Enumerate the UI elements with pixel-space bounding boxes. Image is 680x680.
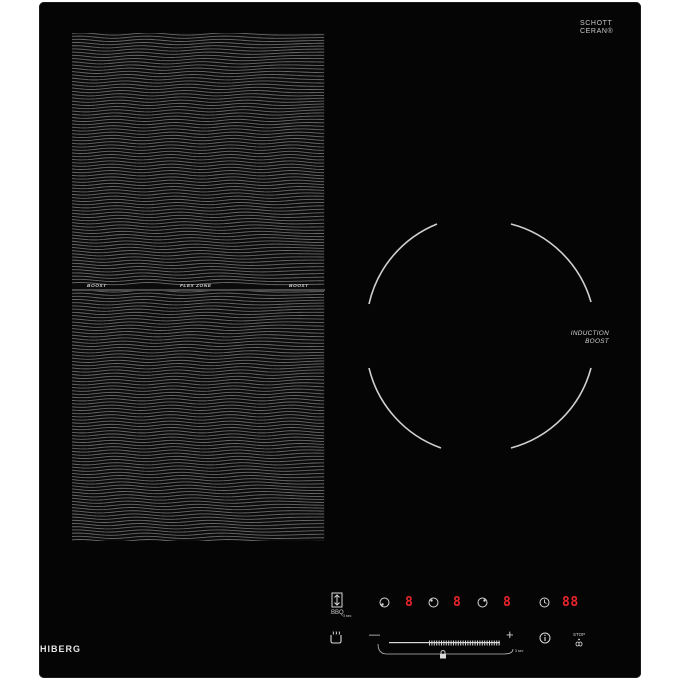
zone-select-icon[interactable]	[379, 597, 390, 608]
hiberg-logo: HIBERG	[40, 644, 82, 654]
timer-display: 88	[562, 595, 579, 610]
zone-select-icon[interactable]	[428, 597, 439, 608]
plus-icon[interactable]: +	[506, 628, 514, 641]
info-icon[interactable]	[539, 632, 551, 644]
flex-zone-label: FLEX ZONE	[180, 284, 212, 289]
bbq-icon[interactable]	[331, 592, 343, 608]
schott-text: SCHOTT	[580, 20, 613, 27]
zone-select-icon[interactable]	[477, 597, 488, 608]
induction-text: INDUCTION	[570, 330, 609, 337]
zone-2-display: 8	[453, 595, 461, 610]
flex-right-boost-label: BOOST	[289, 284, 309, 289]
zone-3-display: 8	[503, 595, 511, 610]
ceran-text: CERAN®	[580, 28, 614, 35]
power-slider[interactable]	[389, 633, 500, 646]
flex-left-boost-label: BOOST	[87, 284, 107, 289]
cooktop-glass: SCHOTT CERAN® BOOST FLEX ZONE BOOST INDU…	[39, 2, 641, 678]
flex-zone-divider	[72, 289, 325, 291]
lock-time-label: 3 sec	[515, 649, 524, 653]
lock-icon[interactable]	[439, 650, 447, 659]
zone-1-display: 8	[405, 595, 413, 610]
minus-icon[interactable]: —	[369, 630, 380, 641]
induction-boost-label: INDUCTION BOOST	[529, 330, 609, 346]
bbq-label: BBQ	[331, 610, 344, 616]
boost-text: BOOST	[585, 338, 609, 345]
pan-icon[interactable]	[329, 630, 343, 644]
stop-go-icon[interactable]	[573, 638, 585, 648]
bbq-time-label: 3 sec	[343, 614, 352, 618]
schott-ceran-logo: SCHOTT CERAN®	[580, 20, 613, 36]
timer-icon[interactable]	[539, 597, 550, 608]
